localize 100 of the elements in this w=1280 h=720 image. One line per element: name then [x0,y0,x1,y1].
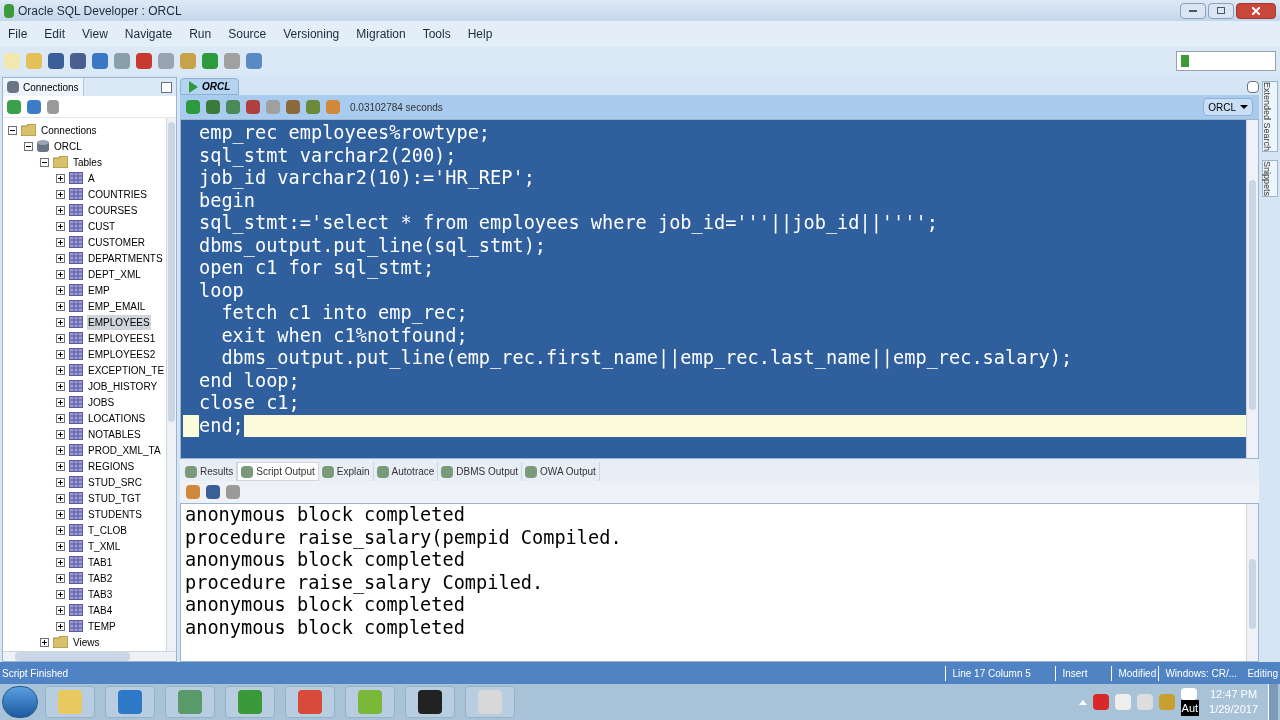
tree-item[interactable]: COURSES [87,202,139,218]
tree-item[interactable]: T_CLOB [87,522,128,538]
toolbar-icon[interactable] [286,100,300,114]
expand-icon[interactable] [56,301,65,311]
toolbar-icon[interactable] [92,53,108,69]
expand-icon[interactable] [56,365,65,375]
expand-icon[interactable] [56,445,65,455]
toolbar-icon[interactable] [226,100,240,114]
expand-icon[interactable] [56,269,65,279]
restore-button[interactable] [1208,2,1234,19]
tree-item[interactable]: T_XML [87,538,122,554]
show-desktop-button[interactable] [1268,684,1278,720]
expand-icon[interactable] [56,317,65,327]
output-tab[interactable]: Script Output [237,462,319,481]
editor-tab[interactable]: ORCL [180,78,240,95]
tree-item[interactable]: LOCATIONS [87,410,147,426]
menu-item[interactable]: View [82,25,108,43]
tree-item[interactable]: CUSTOMER [87,234,147,250]
menu-item[interactable]: Versioning [283,25,340,43]
tree-item[interactable]: EMP [87,282,111,298]
menu-item[interactable]: File [8,25,28,43]
expand-icon[interactable] [56,541,65,551]
taskbar-app-icon[interactable] [405,686,455,718]
expand-icon[interactable] [56,205,65,215]
expand-icon[interactable] [56,189,65,199]
tree-item[interactable]: NOTABLES [87,426,142,442]
connection-select[interactable]: ORCL [1203,98,1253,116]
tree-item[interactable]: JOBS [87,394,116,410]
tree-item[interactable]: DEPT_XML [87,266,142,282]
tree-item[interactable]: EMPLOYEES1 [87,330,157,346]
expand-icon[interactable] [56,349,65,359]
menu-item[interactable]: Help [467,25,493,43]
expand-icon[interactable] [56,525,65,535]
tree-item[interactable]: JOB_HISTORY [87,378,159,394]
horizontal-scrollbar[interactable] [3,651,176,661]
close-button[interactable] [1236,2,1276,19]
tree-item[interactable]: STUD_SRC [87,474,143,490]
expand-icon[interactable] [56,509,65,519]
tree-item[interactable]: Connections [40,122,98,138]
tree-item[interactable]: EMP_EMAIL [87,298,147,314]
expand-icon[interactable] [56,333,65,343]
expand-icon[interactable] [56,413,65,423]
menu-item[interactable]: Navigate [124,25,173,43]
tree-item[interactable]: TAB3 [87,586,114,602]
scrollbar[interactable] [166,118,176,651]
tree-item[interactable]: REGIONS [87,458,136,474]
code-editor[interactable] [181,120,1246,458]
tree-item[interactable]: EMPLOYEES2 [87,346,157,362]
expand-icon[interactable] [56,221,65,231]
toolbar-icon[interactable] [48,53,64,69]
expand-icon[interactable] [56,573,65,583]
collapse-icon[interactable] [40,157,49,167]
toolbar-icon[interactable] [70,53,86,69]
expand-icon[interactable] [56,173,65,183]
scrollbar[interactable] [1246,504,1258,661]
menu-item[interactable]: Edit [44,25,66,43]
menu-item[interactable]: Run [189,25,212,43]
dropdown-icon[interactable] [1247,81,1259,93]
menu-item[interactable]: Migration [356,25,406,43]
side-tab[interactable]: Snippets [1262,160,1278,198]
start-button[interactable] [2,686,38,718]
tree-item[interactable]: STUDENTS [87,506,143,522]
tree-item[interactable]: CUST [87,218,117,234]
toolbar-icon[interactable] [246,100,260,114]
tree-item[interactable]: EMPLOYEES [87,314,151,330]
expand-icon[interactable] [56,461,65,471]
tree-item[interactable]: TAB1 [87,554,114,570]
tree-item[interactable]: TAB2 [87,570,114,586]
expand-icon[interactable] [56,285,65,295]
tree-item[interactable]: TEMP [87,618,117,634]
expand-icon[interactable] [56,429,65,439]
tree-item[interactable]: TAB4 [87,602,114,618]
toolbar-icon[interactable] [206,100,220,114]
tree-item[interactable]: DEPARTMENTS [87,250,164,266]
minimize-icon[interactable] [161,81,172,93]
expand-icon[interactable] [56,477,65,487]
side-tab[interactable]: Extended Search [1262,81,1278,153]
expand-icon[interactable] [56,621,65,631]
expand-icon[interactable] [40,637,49,647]
tree-item[interactable]: ORCL [53,138,83,154]
menu-item[interactable]: Source [228,25,267,43]
tree-item[interactable]: STUD_TGT [87,490,142,506]
scrollbar[interactable] [1246,120,1258,458]
expand-icon[interactable] [56,397,65,407]
tree-item[interactable]: A [87,170,96,186]
toolbar-icon[interactable] [202,53,218,69]
expand-icon[interactable] [56,557,65,567]
menu-item[interactable]: Tools [422,25,451,43]
expand-icon[interactable] [56,237,65,247]
expand-icon[interactable] [56,253,65,263]
tree-item[interactable]: Tables [72,154,103,170]
expand-icon[interactable] [56,605,65,615]
expand-icon[interactable] [56,381,65,391]
toolbar-icon[interactable] [246,53,262,69]
collapse-icon[interactable] [24,141,33,151]
expand-icon[interactable] [56,589,65,599]
minimize-button[interactable] [1180,2,1206,19]
expand-icon[interactable] [56,493,65,503]
tree-item[interactable]: EXCEPTION_TE [87,362,166,378]
tree-item[interactable]: PROD_XML_TA [87,442,162,458]
